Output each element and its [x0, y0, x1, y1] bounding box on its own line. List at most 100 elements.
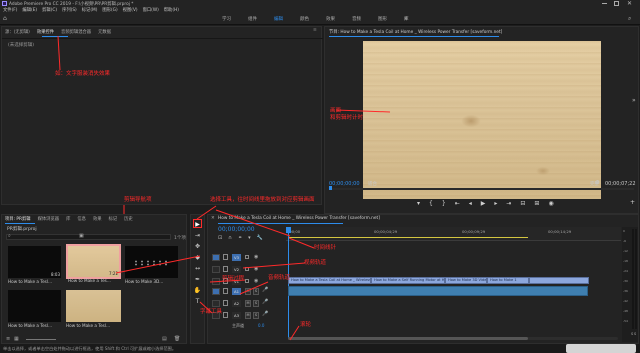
timeline-timecode[interactable]: 00;00;00;00 [218, 226, 255, 233]
workspace-tab-3[interactable]: 颜色 [300, 16, 309, 22]
project-tab-4[interactable]: 效果 [93, 216, 102, 222]
workspace-tab-6[interactable]: 图形 [378, 16, 387, 22]
track-target-toggle[interactable] [212, 254, 220, 261]
add-marker-icon[interactable]: ▾ [248, 235, 251, 241]
lock-icon[interactable] [223, 300, 228, 306]
workspace-tab-4[interactable]: 效果 [326, 16, 335, 22]
type-tool-icon[interactable]: T [193, 297, 202, 306]
track-target-toggle[interactable] [212, 288, 220, 295]
mark-in-icon[interactable]: { [429, 200, 433, 207]
meter-solo-right[interactable]: S [634, 332, 636, 336]
workspace-tab-5[interactable]: 音频 [352, 16, 361, 22]
track-target-toggle[interactable] [212, 278, 220, 285]
step-back-icon[interactable]: ◂ [469, 200, 472, 207]
workspace-tab-1[interactable]: 组件 [248, 16, 257, 22]
export-frame-icon[interactable]: ◉ [548, 200, 553, 207]
timeline-clip-0[interactable]: How to Make a Tesla Coil at Home _ Wirel… [288, 277, 371, 284]
timeline-clip-3[interactable]: How to Make 1 [487, 277, 529, 284]
source-tab-2[interactable]: 音频剪辑混合器 [61, 29, 91, 35]
mute-button[interactable]: M [245, 312, 251, 319]
close-tab-icon[interactable]: ✕ [211, 216, 215, 221]
sync-lock-icon[interactable] [245, 279, 249, 283]
project-tab-3[interactable]: 信息 [77, 216, 86, 222]
trash-icon[interactable]: 🗑 [174, 336, 180, 342]
project-item-2[interactable]: How to Make 3D... [125, 246, 178, 284]
new-bin-icon[interactable]: ▣ [79, 233, 84, 239]
project-tab-6[interactable]: 历史 [124, 216, 133, 222]
home-icon[interactable]: ⌂ [3, 15, 7, 22]
maximize-icon[interactable] [614, 1, 619, 6]
source-tab-1[interactable]: 效果控件 [37, 29, 54, 35]
project-tab-2[interactable]: 库 [66, 216, 70, 222]
timeline-audio-clip[interactable] [288, 286, 588, 296]
panel-menu-icon[interactable]: » [632, 97, 636, 104]
ripple-edit-tool-icon[interactable]: ✥ [193, 242, 202, 251]
minimize-icon[interactable] [602, 3, 607, 4]
wrench-icon[interactable]: ⚙ [595, 180, 600, 186]
lock-icon[interactable] [223, 266, 228, 272]
close-icon[interactable]: ✕ [627, 0, 632, 7]
marker-icon[interactable]: ▾ [417, 200, 420, 207]
project-item-0[interactable]: How to Make a Tesl... 8:03 [8, 246, 61, 284]
fit-dropdown[interactable]: 适合 [368, 181, 377, 187]
extract-icon[interactable]: ⊞ [534, 200, 539, 207]
mic-icon[interactable]: 🎤 [262, 311, 268, 317]
lock-icon[interactable] [223, 288, 228, 294]
mic-icon[interactable]: 🎤 [262, 287, 268, 293]
eye-icon[interactable]: ◉ [254, 266, 258, 272]
solo-button[interactable]: S [253, 312, 259, 319]
workspace-tab-0[interactable]: 学习 [222, 16, 231, 22]
work-area-bar[interactable] [288, 237, 528, 238]
solo-button[interactable]: S [253, 300, 259, 307]
playhead-marker[interactable] [329, 186, 332, 190]
panel-menu-icon[interactable]: ≡ [313, 28, 317, 33]
timeline-clip-2[interactable]: How to Make 3D Video [445, 277, 487, 284]
timeline-clip-4[interactable] [529, 277, 589, 284]
pen-tool-icon[interactable]: ✒ [193, 275, 202, 284]
project-item-4[interactable]: How to Make a Tesl... [66, 290, 121, 328]
project-search-input[interactable] [6, 234, 171, 240]
track-target-toggle[interactable] [212, 300, 220, 307]
search-icon[interactable]: ⌕ [628, 15, 631, 23]
scrub-bar[interactable] [329, 188, 634, 190]
source-tab-3[interactable]: 元数据 [98, 29, 111, 35]
icon-view-icon[interactable]: ▦ [14, 336, 19, 342]
zoom-slider[interactable] [26, 339, 56, 340]
razor-tool-icon[interactable]: ◆ [193, 253, 202, 262]
eye-icon[interactable]: ◉ [254, 278, 258, 284]
timeline-settings-icon[interactable]: 🔧 [257, 235, 263, 241]
timeline-scroll-thumb[interactable] [288, 337, 528, 340]
project-tab-0[interactable]: 项目: PR剪辑 [5, 216, 31, 222]
linked-selection-icon[interactable]: ⚭ [238, 235, 242, 241]
mute-button[interactable]: M [245, 300, 251, 307]
track-select-tool-icon[interactable]: ⇥ [193, 231, 202, 240]
sequence-tab[interactable]: How to Make a Tesla Coil at Home _ Wirel… [218, 216, 380, 221]
eye-icon[interactable]: ◉ [254, 254, 258, 260]
mute-button[interactable]: M [245, 288, 251, 295]
list-view-icon[interactable]: ≡ [6, 336, 10, 342]
step-forward-icon[interactable]: ▸ [494, 200, 497, 207]
project-item-3[interactable]: How to Make a Tesl... [8, 290, 61, 328]
play-icon[interactable]: ▶ [481, 200, 486, 207]
slip-tool-icon[interactable]: ↔ [193, 264, 202, 273]
workspace-tab-2[interactable]: 编辑 [274, 16, 283, 22]
snap-icon[interactable]: ∩ [228, 235, 232, 241]
track-target-toggle[interactable] [212, 266, 220, 273]
program-timecode[interactable]: 00;00;00;00 [329, 181, 360, 187]
mic-icon[interactable]: 🎤 [262, 299, 268, 305]
sync-lock-icon[interactable] [245, 267, 249, 271]
sync-lock-icon[interactable] [245, 255, 249, 259]
nest-icon[interactable]: ⊡ [218, 235, 222, 241]
go-to-out-icon[interactable]: ⇥ [506, 200, 511, 207]
workspaces-more-icon[interactable]: » [404, 15, 408, 22]
new-item-icon[interactable]: ▤ [162, 336, 167, 342]
master-value[interactable]: 0.0 [258, 323, 264, 328]
source-tab-0[interactable]: 源：(无剪辑) [5, 29, 30, 35]
mark-out-icon[interactable]: } [442, 200, 446, 207]
meter-solo-left[interactable]: S [631, 332, 633, 336]
timeline-clip-1[interactable]: How to Make a Self Running Motor at Home [371, 277, 445, 284]
lift-icon[interactable]: ⊟ [520, 200, 525, 207]
lock-icon[interactable] [223, 312, 228, 318]
go-to-in-icon[interactable]: ⇤ [455, 200, 460, 207]
project-tab-5[interactable]: 标记 [109, 216, 118, 222]
